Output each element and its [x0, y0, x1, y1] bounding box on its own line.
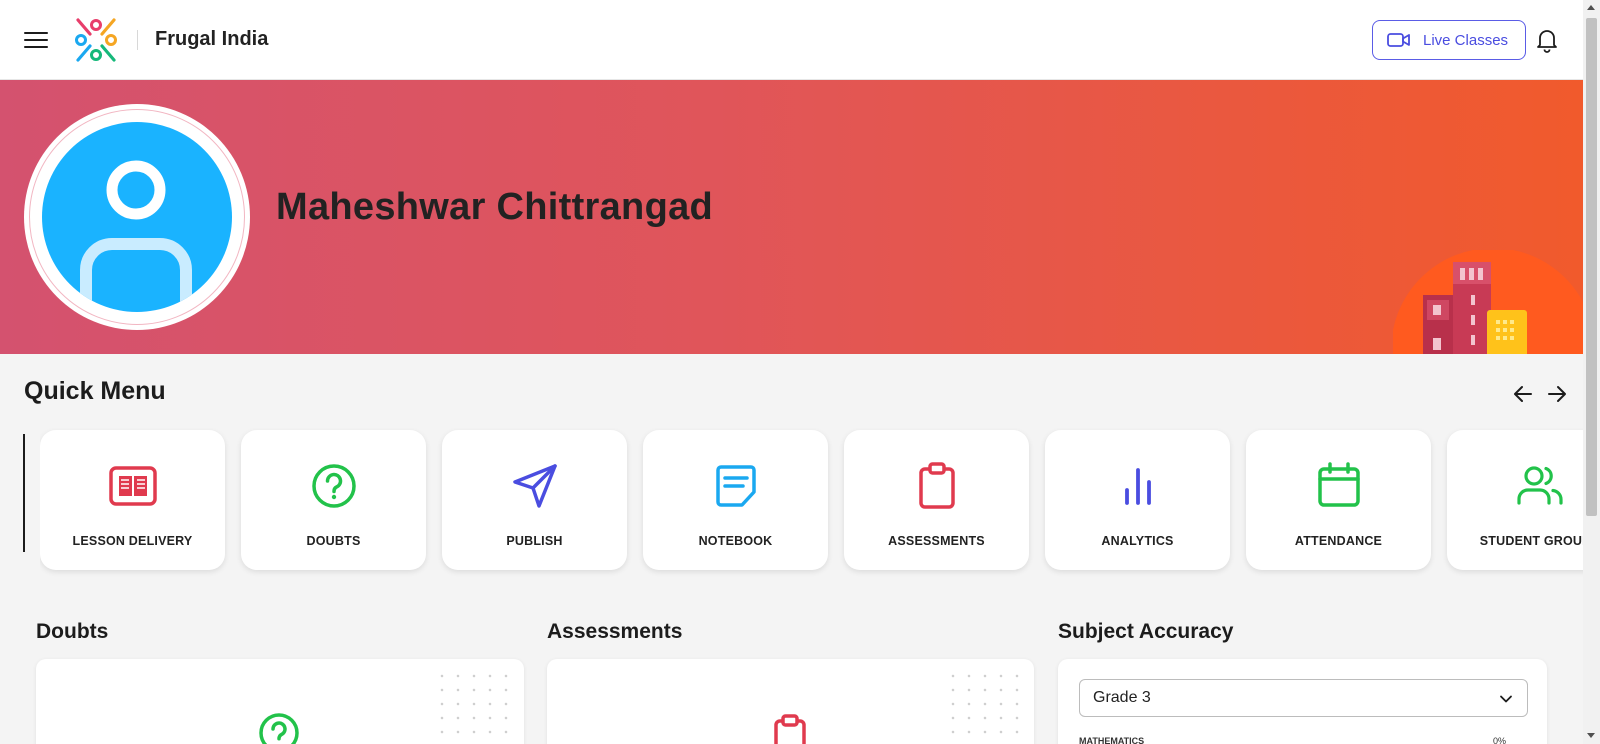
live-classes-label: Live Classes	[1423, 31, 1509, 49]
clipboard-icon	[918, 462, 955, 509]
assessments-panel	[547, 659, 1034, 744]
doubts-section-title: Doubts	[36, 620, 109, 643]
hamburger-menu-icon[interactable]	[24, 28, 48, 52]
vertical-scrollbar[interactable]	[1583, 0, 1600, 744]
quick-menu-label: ANALYTICS	[1101, 534, 1174, 548]
question-circle-icon	[259, 713, 299, 744]
assessments-section-title: Assessments	[547, 620, 683, 643]
users-icon	[1516, 466, 1563, 505]
quick-menu-label: NOTEBOOK	[698, 534, 773, 548]
chevron-down-icon	[1500, 695, 1512, 703]
user-name: Maheshwar Chittrangad	[276, 186, 714, 228]
brand-name: Frugal India	[155, 28, 269, 50]
bar-chart-icon	[1124, 468, 1151, 505]
live-classes-button[interactable]: Live Classes	[1372, 20, 1526, 60]
book-icon	[108, 466, 157, 506]
quick-menu-doubts[interactable]: DOUBTS	[241, 430, 426, 570]
quick-menu-label: PUBLISH	[506, 534, 563, 548]
quick-menu-assessments[interactable]: ASSESSMENTS	[844, 430, 1029, 570]
scroll-up-arrow[interactable]	[1587, 5, 1595, 10]
quick-menu-title: Quick Menu	[24, 377, 166, 405]
scrollbar-thumb[interactable]	[1586, 18, 1597, 516]
clipboard-icon	[774, 714, 806, 744]
scroll-down-arrow[interactable]	[1587, 733, 1595, 738]
doubts-panel	[36, 659, 524, 744]
quick-menu-carousel: LESSON DELIVERY DOUBTS PUBLISH NOTEBOOK …	[40, 428, 1583, 578]
notebook-icon	[715, 465, 756, 507]
logo-divider	[137, 30, 138, 50]
bell-icon[interactable]	[1535, 27, 1559, 53]
send-icon	[512, 464, 557, 508]
brand-logo[interactable]	[72, 16, 120, 64]
arrow-right-icon[interactable]	[1546, 383, 1568, 405]
dots-decoration	[945, 669, 1023, 739]
avatar[interactable]	[24, 104, 250, 330]
avatar-image	[42, 122, 232, 312]
video-camera-icon	[1387, 33, 1410, 47]
dots-decoration	[434, 669, 512, 739]
quick-menu-attendance[interactable]: ATTENDANCE	[1246, 430, 1431, 570]
arrow-left-icon[interactable]	[1512, 383, 1534, 405]
quick-menu-label: LESSON DELIVERY	[72, 534, 193, 548]
subject-name: MATHEMATICS	[1079, 736, 1145, 744]
quick-menu-label: ATTENDANCE	[1294, 534, 1383, 548]
quick-menu-label: DOUBTS	[306, 534, 361, 548]
quick-menu-notebook[interactable]: NOTEBOOK	[643, 430, 828, 570]
top-header: Frugal India Live Classes	[0, 0, 1583, 80]
grade-select-value: Grade 3	[1093, 689, 1151, 706]
subject-percentage: 0%	[1493, 736, 1507, 744]
quick-menu-student-groups[interactable]: STUDENT GROUPS	[1447, 430, 1583, 570]
quick-menu-label: ASSESSMENTS	[888, 534, 985, 548]
previous-card-edge	[23, 434, 25, 552]
grade-select[interactable]: Grade 3	[1079, 679, 1528, 717]
quick-menu-analytics[interactable]: ANALYTICS	[1045, 430, 1230, 570]
user-icon	[80, 160, 192, 312]
quick-menu-publish[interactable]: PUBLISH	[442, 430, 627, 570]
profile-banner: Maheshwar Chittrangad	[0, 80, 1583, 354]
building-illustration	[1393, 250, 1583, 354]
calendar-icon	[1317, 462, 1360, 507]
quick-menu-lesson-delivery[interactable]: LESSON DELIVERY	[40, 430, 225, 570]
quick-menu-label: STUDENT GROUPS	[1479, 534, 1583, 548]
subject-accuracy-section-title: Subject Accuracy	[1058, 620, 1234, 643]
question-circle-icon	[311, 464, 356, 508]
